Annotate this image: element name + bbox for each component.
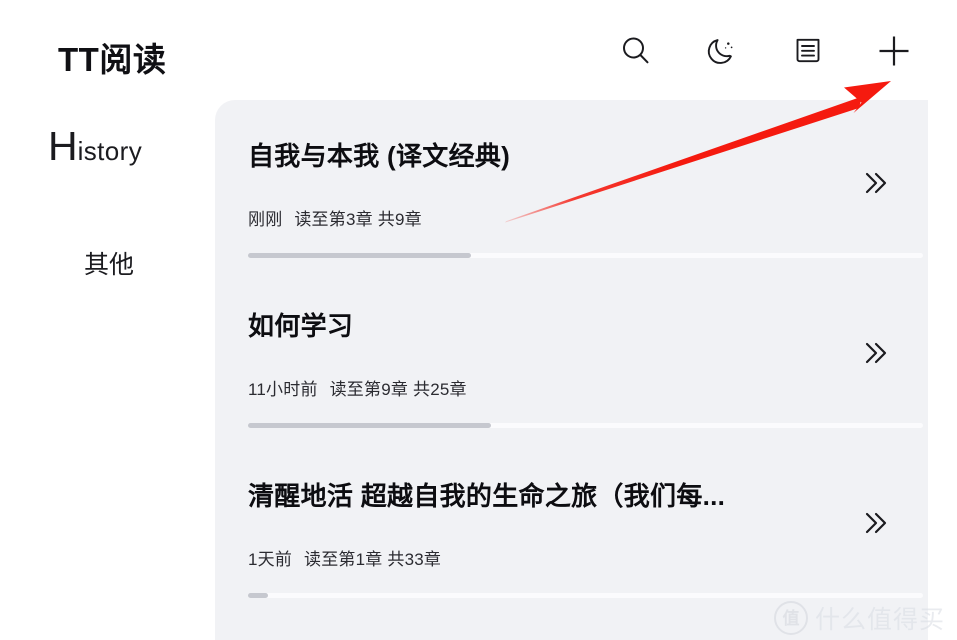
- book-title: 如何学习: [248, 311, 354, 341]
- sidebar-item-history-label: istory: [77, 136, 143, 166]
- reading-progress-track: [248, 593, 923, 598]
- history-list-panel: 自我与本我 (译文经典) 刚刚 读至第3章 共9章 如何学习 11小时前 读至第…: [215, 100, 928, 640]
- book-total: 共33章: [387, 550, 442, 569]
- app-title: TT阅读: [58, 41, 167, 78]
- watermark-text: 什么值得买: [814, 606, 945, 634]
- sidebar: History 其他: [0, 100, 215, 640]
- double-chevron-right-icon[interactable]: [857, 336, 891, 370]
- book-time: 11小时前: [248, 380, 318, 399]
- list-item[interactable]: 清醒地活 超越自我的生命之旅（我们每... 1天前 读至第1章 共33章: [215, 440, 928, 610]
- app-header: TT阅读: [0, 0, 957, 100]
- sidebar-item-other[interactable]: 其他: [84, 245, 134, 281]
- book-meta: 刚刚 读至第3章 共9章: [248, 205, 422, 230]
- book-read-to: 读至第9章: [329, 380, 409, 399]
- document-list-icon[interactable]: [785, 28, 831, 74]
- book-total: 共25章: [413, 380, 467, 399]
- sidebar-item-history-initial: H: [48, 123, 78, 169]
- sidebar-item-history[interactable]: History: [48, 123, 143, 169]
- reading-progress-fill: [248, 253, 471, 258]
- book-time: 1天前: [248, 550, 293, 569]
- search-icon[interactable]: [613, 28, 659, 74]
- reading-progress-fill: [248, 593, 269, 598]
- book-read-to: 读至第1章: [304, 550, 383, 569]
- book-title: 自我与本我 (译文经典): [248, 141, 511, 171]
- book-time: 刚刚: [248, 210, 283, 229]
- book-read-to: 读至第3章: [294, 210, 373, 229]
- sidebar-item-other-label: 其他: [84, 251, 135, 279]
- double-chevron-right-icon[interactable]: [857, 166, 891, 200]
- header-actions: [613, 28, 917, 74]
- book-meta: 11小时前 读至第9章 共25章: [248, 375, 467, 400]
- reading-progress-track: [248, 423, 923, 428]
- watermark-badge: 值: [773, 601, 808, 635]
- book-title: 清醒地活 超越自我的生命之旅（我们每...: [248, 481, 726, 511]
- book-meta: 1天前 读至第1章 共33章: [248, 545, 441, 570]
- list-item[interactable]: 自我与本我 (译文经典) 刚刚 读至第3章 共9章: [215, 100, 928, 270]
- watermark: 值 什么值得买: [773, 600, 945, 636]
- list-item[interactable]: 如何学习 11小时前 读至第9章 共25章: [215, 270, 928, 440]
- add-icon[interactable]: [871, 28, 917, 74]
- night-mode-icon[interactable]: [699, 28, 745, 74]
- reading-progress-fill: [248, 423, 491, 428]
- reading-progress-track: [248, 253, 923, 258]
- book-total: 共9章: [377, 210, 422, 229]
- double-chevron-right-icon[interactable]: [857, 506, 891, 540]
